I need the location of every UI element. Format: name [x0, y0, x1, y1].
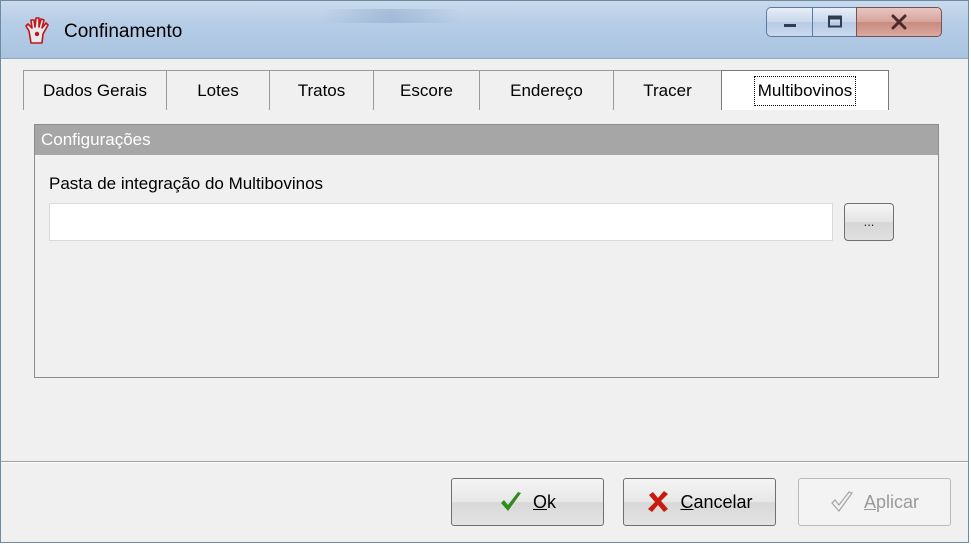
apply-button[interactable]: Aplicar [798, 478, 951, 526]
tab-endereco[interactable]: Endereço [479, 70, 613, 110]
window-title: Confinamento [64, 21, 183, 42]
maximize-button[interactable] [812, 7, 856, 37]
title-ghost-text [321, 9, 461, 23]
tab-label: Escore [400, 80, 453, 100]
group-header: Configurações [35, 125, 938, 155]
tab-multibovinos[interactable]: Multibovinos [721, 70, 889, 110]
ok-label: Ok [532, 491, 556, 512]
tab-label: Tratos [297, 80, 346, 100]
folder-path-input[interactable] [49, 203, 833, 241]
app-hand-icon [25, 17, 49, 44]
minimize-button[interactable] [766, 7, 812, 37]
folder-path-label: Pasta de integração do Multibovinos [49, 174, 324, 193]
tab-label: Endereço [510, 80, 583, 100]
title-bar[interactable]: Confinamento [1, 1, 968, 59]
checkmark-icon [500, 492, 521, 511]
tab-dados-gerais[interactable]: Dados Gerais [23, 70, 166, 110]
minimize-icon [783, 24, 796, 27]
window-controls [766, 7, 942, 39]
cancel-label: Cancelar [680, 491, 753, 512]
ok-button[interactable]: Ok [451, 478, 604, 526]
tab-label: Dados Gerais [43, 80, 147, 100]
tab-strip: Dados Gerais Lotes Tratos Escore Endereç… [23, 70, 889, 110]
maximize-icon [827, 15, 842, 28]
cancel-button[interactable]: Cancelar [623, 478, 776, 526]
browse-button[interactable]: ... [844, 203, 894, 241]
close-button[interactable] [856, 7, 942, 37]
tab-tratos[interactable]: Tratos [269, 70, 373, 110]
tab-label: Multibovinos [753, 75, 857, 106]
apply-label: Aplicar [863, 491, 920, 512]
tab-label: Lotes [197, 80, 239, 100]
footer-separator [1, 461, 968, 463]
x-icon [648, 491, 669, 512]
tab-label: Tracer [643, 80, 692, 100]
checkmark-outline-icon [831, 491, 854, 513]
tab-tracer[interactable]: Tracer [613, 70, 721, 110]
tab-escore[interactable]: Escore [373, 70, 479, 110]
tab-lotes[interactable]: Lotes [166, 70, 269, 110]
close-icon [891, 14, 907, 30]
configuracoes-group: Configurações Pasta de integração do Mul… [34, 124, 939, 378]
dialog-window: Confinamento Dados Gerais Lotes Tratos E… [0, 0, 969, 543]
